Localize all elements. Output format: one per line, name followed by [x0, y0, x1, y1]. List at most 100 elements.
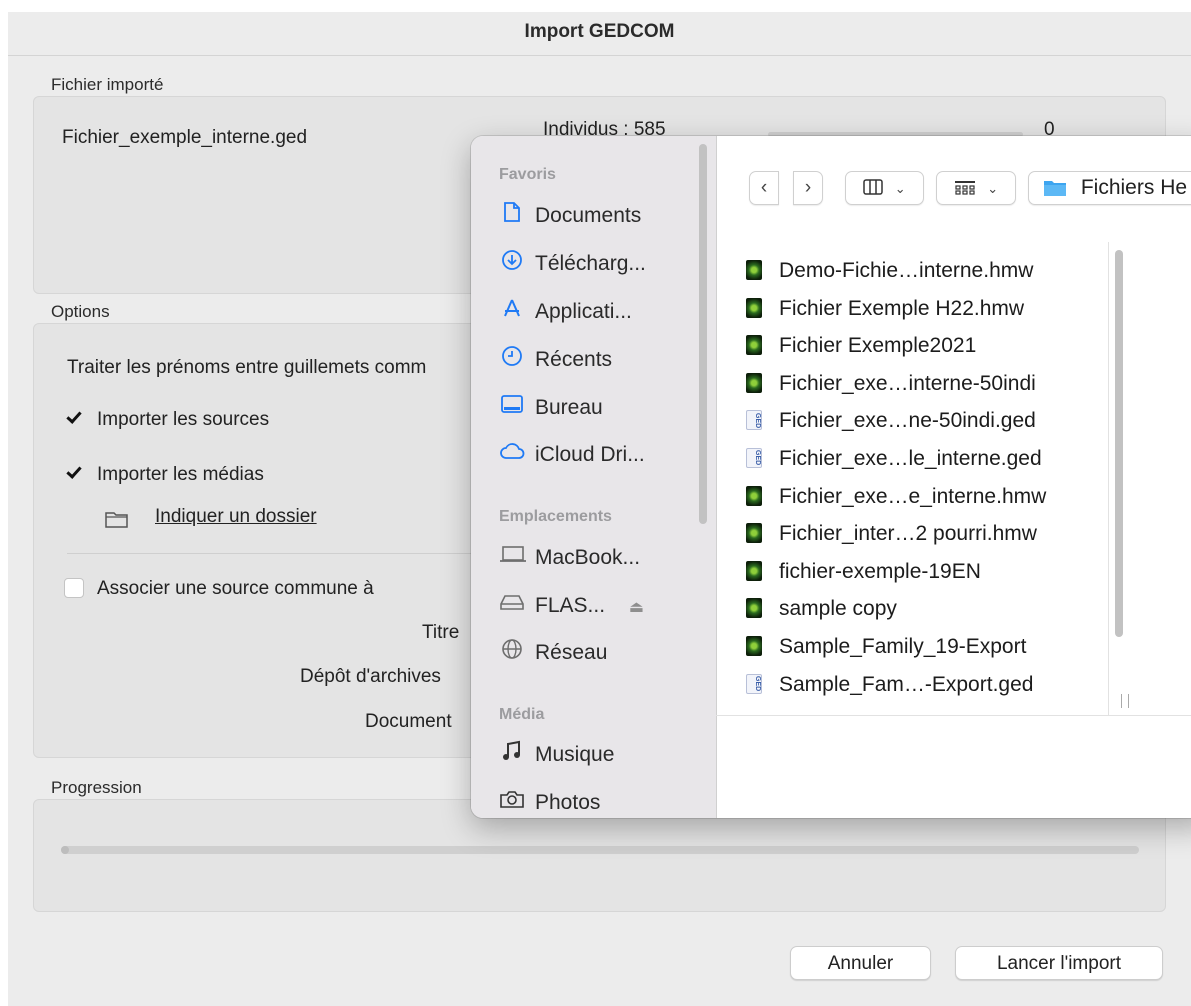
sidebar-item-label: Applicati...: [535, 300, 632, 324]
heredis-file-icon: [746, 297, 762, 318]
heredis-file-icon: [746, 598, 762, 619]
sidebar-item-bureau[interactable]: Bureau: [499, 393, 603, 423]
heredis-file-icon: [746, 523, 762, 544]
heredis-file-icon: [746, 636, 762, 656]
choose-folder-link[interactable]: Indiquer un dossier: [155, 506, 317, 528]
file-list-item[interactable]: Sample_Family_19-Export: [746, 630, 1026, 664]
file-list-item[interactable]: GED Fichier_exe…ne-50indi.ged: [746, 404, 1036, 438]
sidebar-item-photos[interactable]: Photos: [499, 788, 600, 818]
import-sources-checkbox[interactable]: [64, 408, 84, 428]
sidebar-item-reseau[interactable]: Réseau: [499, 638, 607, 668]
imported-section-label: Fichier importé: [51, 75, 164, 94]
sidebar-item-downloads[interactable]: Télécharg...: [499, 249, 646, 279]
file-open-dialog: Favoris Documents Télécharg... Applicati…: [471, 136, 1191, 818]
file-list-scrollbar[interactable]: [1115, 250, 1123, 637]
sidebar-scrollbar[interactable]: [699, 144, 707, 524]
camera-icon: [499, 788, 525, 818]
sidebar-item-label: FLAS...: [535, 594, 606, 617]
heredis-file-icon: [746, 560, 762, 581]
forward-button[interactable]: ›: [793, 171, 823, 205]
sidebar-item-recents[interactable]: Récents: [499, 345, 612, 375]
folder-path-popup[interactable]: Fichiers He: [1028, 171, 1191, 205]
file-name: Fichier_exe…e_interne.hmw: [779, 484, 1047, 508]
back-button[interactable]: ‹: [749, 171, 779, 205]
sidebar-item-label: Documents: [535, 204, 642, 228]
media-heading: Média: [499, 706, 545, 723]
grid-icon: [954, 177, 976, 198]
chevron-right-icon: ›: [804, 177, 812, 198]
sidebar-item-macbook[interactable]: MacBook...: [499, 543, 640, 573]
file-name: sample copy: [779, 597, 897, 621]
window-title: Import GEDCOM: [8, 12, 1191, 56]
download-icon: [499, 249, 525, 280]
heredis-file-icon: [746, 485, 762, 506]
heredis-file-icon: [746, 260, 762, 280]
associate-source-label[interactable]: Associer une source commune à: [97, 578, 374, 600]
file-list-item[interactable]: Fichier Exemple2021: [746, 329, 976, 363]
sidebar-item-flash[interactable]: FLAS... ⏏: [499, 591, 644, 621]
file-name: Fichier Exemple H22.hmw: [779, 296, 1025, 320]
file-list-item[interactable]: Fichier_exe…interne-50indi: [746, 367, 1036, 401]
options-divider: [67, 553, 487, 554]
file-list: Demo-Fichie…interne.hmw Fichier Exemple H…: [716, 242, 1108, 716]
column-resize-handle[interactable]: [1121, 694, 1129, 708]
sidebar-item-label: Réseau: [535, 641, 608, 665]
file-list-item[interactable]: GED Sample_Fam…-Export.ged: [746, 668, 1033, 702]
cloud-icon: [499, 440, 525, 470]
chevron-down-icon: ⌄: [987, 181, 999, 196]
heredis-file-icon: [746, 335, 762, 356]
file-name: Fichier Exemple2021: [779, 334, 977, 358]
columns-view-icon: [863, 177, 884, 198]
ged-file-icon: GED: [746, 673, 762, 694]
sidebar-item-icloud[interactable]: iCloud Dri...: [499, 440, 645, 470]
sidebar-item-label: Télécharg...: [535, 252, 646, 276]
sidebar-item-documents[interactable]: Documents: [499, 201, 641, 231]
view-mode-button[interactable]: ⌄: [845, 171, 924, 205]
prenoms-text: Traiter les prénoms entre guillemets com…: [67, 357, 427, 378]
file-list-item[interactable]: Fichier_exe…e_interne.hmw: [746, 480, 1046, 514]
drive-icon: [499, 591, 525, 621]
column-divider: [1108, 242, 1109, 716]
document-label: Document: [365, 711, 452, 732]
cancel-button[interactable]: Annuler: [790, 946, 931, 980]
file-name: fichier-exemple-19EN: [779, 559, 981, 583]
titre-label: Titre: [422, 622, 460, 643]
preview-divider: [716, 715, 1191, 716]
chevron-left-icon: ‹: [760, 177, 768, 198]
file-list-item[interactable]: GED Fichier_exe…le_interne.ged: [746, 442, 1042, 476]
file-list-item[interactable]: Fichier_inter…2 pourri.hmw: [746, 517, 1037, 551]
import-sources-label[interactable]: Importer les sources: [97, 409, 269, 431]
sidebar-item-label: Musique: [535, 743, 615, 767]
sidebar-item-label: MacBook...: [535, 546, 641, 569]
import-medias-checkbox[interactable]: [64, 463, 84, 483]
folder-path-label: Fichiers He: [1080, 176, 1188, 199]
file-list-item[interactable]: sample copy: [746, 592, 897, 626]
file-list-item[interactable]: fichier-exemple-19EN: [746, 555, 981, 589]
import-progress-bar: [61, 846, 1139, 854]
file-name: Fichier_exe…interne-50indi: [779, 371, 1036, 395]
folder-icon: [104, 509, 130, 534]
document-icon: [499, 201, 525, 232]
import-progress-fill: [61, 846, 69, 854]
file-list-item[interactable]: Fichier Exemple H22.hmw: [746, 292, 1024, 326]
import-medias-label[interactable]: Importer les médias: [97, 464, 264, 486]
options-section-label: Options: [51, 302, 110, 321]
chevron-down-icon: ⌄: [894, 181, 906, 196]
file-list-item[interactable]: Demo-Fichie…interne.hmw: [746, 254, 1033, 288]
music-icon: [499, 740, 525, 771]
file-name: Demo-Fichie…interne.hmw: [779, 259, 1034, 282]
associate-source-checkbox[interactable]: [64, 578, 84, 598]
sidebar-item-musique[interactable]: Musique: [499, 740, 614, 770]
start-import-button[interactable]: Lancer l'import: [955, 946, 1163, 980]
eject-icon[interactable]: ⏏: [629, 599, 644, 616]
group-by-button[interactable]: ⌄: [936, 171, 1016, 205]
network-icon: [499, 638, 525, 669]
file-name: Fichier_exe…ne-50indi.ged: [779, 409, 1036, 433]
clock-icon: [499, 345, 525, 376]
sidebar-item-applications[interactable]: Applicati...: [499, 297, 632, 327]
ged-file-icon: GED: [746, 410, 762, 431]
imported-filename: Fichier_exemple_interne.ged: [62, 127, 308, 148]
sidebar-item-label: Récents: [535, 348, 613, 372]
depot-label: Dépôt d'archives: [300, 666, 441, 687]
sidebar-item-label: iCloud Dri...: [535, 443, 645, 466]
